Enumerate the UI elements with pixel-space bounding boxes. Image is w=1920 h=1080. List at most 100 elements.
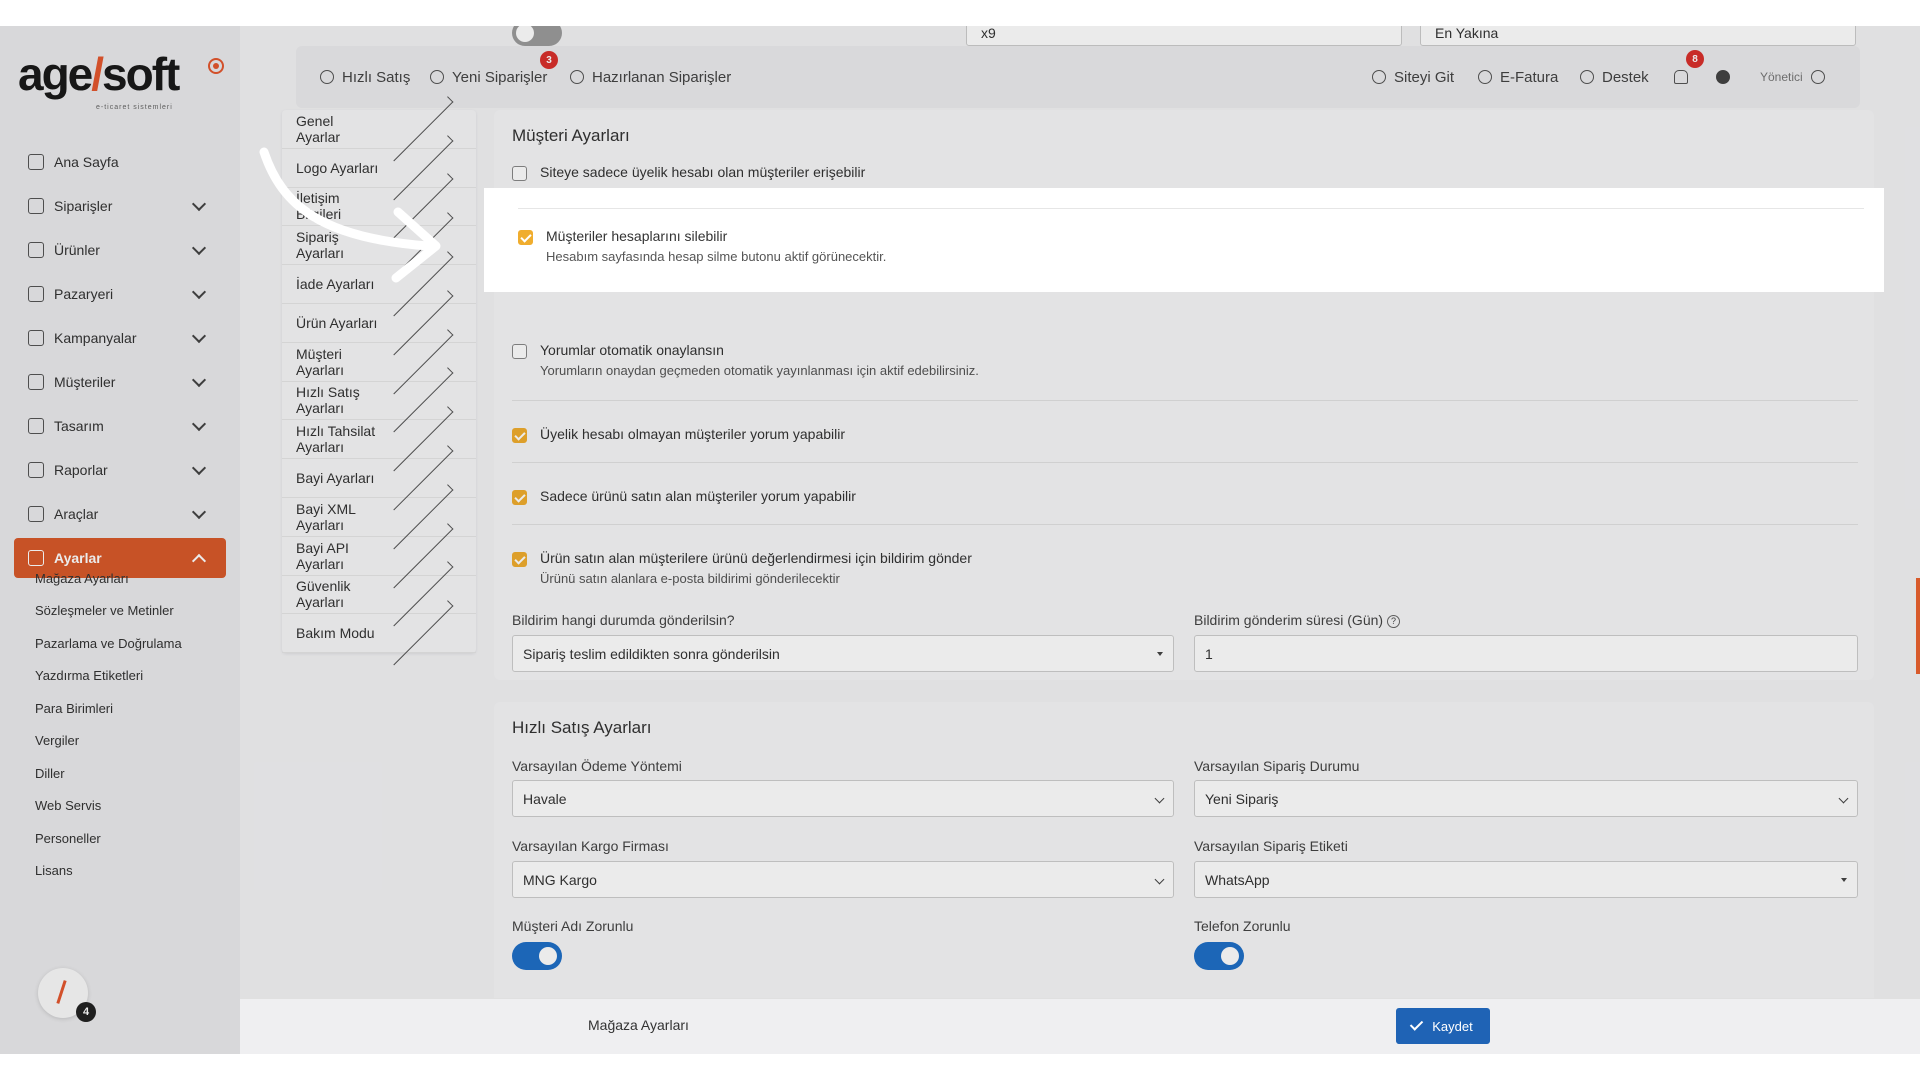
subnav-item-0[interactable]: Mağaza Ayarları [35, 562, 182, 595]
info-icon [1716, 70, 1730, 84]
subnav-item-3[interactable]: Yazdırma Etiketleri [35, 660, 182, 693]
order-status-label: Varsayılan Sipariş Durumu [1194, 758, 1360, 774]
sidebar-item-7[interactable]: Raporlar [14, 450, 226, 490]
subnav-item-9[interactable]: Lisans [35, 855, 182, 888]
delete-account-label: Müşteriler hesaplarını silebilir [546, 228, 728, 244]
subnav-item-8[interactable]: Personeller [35, 822, 182, 855]
payment-method-select[interactable]: Havale [512, 780, 1174, 817]
order-tag-select[interactable]: WhatsApp [1194, 861, 1858, 898]
user-label: Yönetici [1760, 70, 1803, 84]
new-orders-badge: 3 [540, 51, 558, 69]
invoice-icon [1478, 70, 1492, 84]
settings-menu-item-13[interactable]: Bakım Modu [282, 600, 476, 666]
chevron-down-icon [1838, 793, 1849, 804]
customer-name-required-toggle[interactable] [512, 942, 562, 970]
quick-sale-settings-card: Hızlı Satış Ayarları Varsayılan Ödeme Yö… [494, 702, 1874, 1022]
user-icon [28, 374, 44, 390]
subnav-item-2[interactable]: Pazarlama ve Doğrulama [35, 627, 182, 660]
divider [512, 462, 1858, 463]
info-button[interactable] [1716, 46, 1738, 108]
prepared-orders-label: Hazırlanan Siparişler [592, 68, 732, 86]
auto-approve-desc: Yorumların onaydan geçmeden otomatik yay… [540, 363, 979, 378]
cart-icon [28, 198, 44, 214]
cargo-value: MNG Kargo [523, 871, 597, 888]
delete-account-checkbox[interactable] [518, 230, 533, 245]
check-icon [1410, 1017, 1424, 1031]
customer-name-required-label: Müşteri Adı Zorunlu [512, 918, 634, 934]
avatar[interactable]: 4 [38, 968, 96, 1022]
bottom-title: Mağaza Ayarları [588, 1017, 689, 1033]
target-icon[interactable] [208, 58, 224, 74]
app-frame: age/soft e-ticaret sistemleri Ana Sayfa S… [0, 26, 1920, 1054]
quick-sale-link[interactable]: Hızlı Satış [320, 46, 410, 108]
subnav-item-5[interactable]: Vergiler [35, 725, 182, 758]
sidebar-item-3[interactable]: Pazaryeri [14, 274, 226, 314]
sidebar-item-4[interactable]: Kampanyalar [14, 318, 226, 358]
order-status-value: Yeni Sipariş [1205, 790, 1279, 807]
box-icon [570, 70, 584, 84]
help-icon[interactable]: ? [1387, 615, 1401, 628]
review-notification-checkbox[interactable] [512, 552, 527, 567]
sidebar-item-5[interactable]: Müşteriler [14, 362, 226, 402]
prepared-orders-link[interactable]: Hazırlanan Siparişler [570, 46, 731, 108]
sidebar-item-label: Araçlar [54, 506, 99, 522]
cargo-select[interactable]: MNG Kargo [512, 861, 1174, 898]
notify-days-input[interactable]: 1 [1194, 635, 1858, 672]
chevron-down-icon [1157, 652, 1163, 656]
notify-days-label-text: Bildirim gönderim süresi (Gün) [1194, 612, 1384, 628]
avatar-logo-icon [56, 980, 67, 1004]
top-select-b-value: En Yakına [1435, 26, 1499, 41]
subnav-item-7[interactable]: Web Servis [35, 790, 182, 823]
phone-required-toggle[interactable] [1194, 942, 1244, 970]
support-link[interactable]: Destek [1580, 46, 1649, 108]
cart-icon [430, 70, 444, 84]
user-menu[interactable]: Yönetici [1760, 46, 1825, 108]
sidebar-item-label: Tasarım [54, 418, 104, 434]
top-select-a[interactable]: x9 [966, 26, 1402, 46]
headset-icon [1580, 70, 1594, 84]
notify-when-select[interactable]: Sipariş teslim edildikten sonra gönderil… [512, 635, 1174, 672]
buyer-comments-checkbox[interactable] [512, 490, 527, 505]
settings-menu-label: Ürün Ayarları [296, 314, 378, 331]
auto-approve-checkbox[interactable] [512, 344, 527, 359]
settings-menu-label: Bayi API Ayarları [296, 539, 349, 572]
notify-days-label: Bildirim gönderim süresi (Gün)? [1194, 612, 1401, 628]
quick-sale-icon [320, 70, 334, 84]
subnav-item-4[interactable]: Para Birimleri [35, 692, 182, 725]
sidebar-item-label: Pazaryeri [54, 286, 114, 302]
order-status-select[interactable]: Yeni Sipariş [1194, 780, 1858, 817]
sidebar-item-8[interactable]: Araçlar [14, 494, 226, 534]
payment-method-label: Varsayılan Ödeme Yöntemi [512, 758, 682, 774]
chevron-up-icon [191, 553, 207, 568]
subnav-item-1[interactable]: Sözleşmeler ve Metinler [35, 595, 182, 628]
save-button[interactable]: Kaydet [1396, 1008, 1490, 1044]
sidebar-item-label: Ana Sayfa [54, 154, 119, 170]
members-only-checkbox[interactable] [512, 166, 527, 181]
highlighted-option-delete-account: Müşteriler hesaplarını silebilir Hesabım… [484, 188, 1884, 292]
scrollbar-thumb[interactable] [1916, 578, 1920, 674]
cargo-label: Varsayılan Kargo Firması [512, 838, 669, 854]
chart-icon [28, 462, 44, 478]
top-select-b[interactable]: En Yakına [1420, 26, 1856, 46]
goto-site-link[interactable]: Siteyi Git [1372, 46, 1454, 108]
auto-approve-label: Yorumlar otomatik onaylansın [540, 342, 724, 358]
guest-comments-checkbox[interactable] [512, 428, 527, 443]
sidebar-item-2[interactable]: Ürünler [14, 230, 226, 270]
phone-required-label: Telefon Zorunlu [1194, 918, 1291, 934]
logo[interactable]: age/soft e-ticaret sistemleri [18, 46, 180, 111]
settings-menu-label: Bakım Modu [296, 625, 375, 642]
book-icon [28, 242, 44, 258]
chevron-down-icon [1154, 874, 1165, 885]
settings-menu-label: Genel Ayarlar [296, 112, 341, 145]
sidebar-item-1[interactable]: Siparişler [14, 186, 226, 226]
einvoice-label: E-Fatura [1500, 68, 1559, 86]
order-tag-value: WhatsApp [1205, 871, 1270, 888]
goto-site-label: Siteyi Git [1394, 68, 1455, 86]
support-label: Destek [1602, 68, 1649, 86]
order-tag-label: Varsayılan Sipariş Etiketi [1194, 838, 1348, 854]
sidebar-item-0[interactable]: Ana Sayfa [14, 142, 226, 182]
einvoice-link[interactable]: E-Fatura [1478, 46, 1558, 108]
sidebar-item-6[interactable]: Tasarım [14, 406, 226, 446]
subnav-item-6[interactable]: Diller [35, 757, 182, 790]
top-toggle[interactable] [512, 26, 562, 46]
